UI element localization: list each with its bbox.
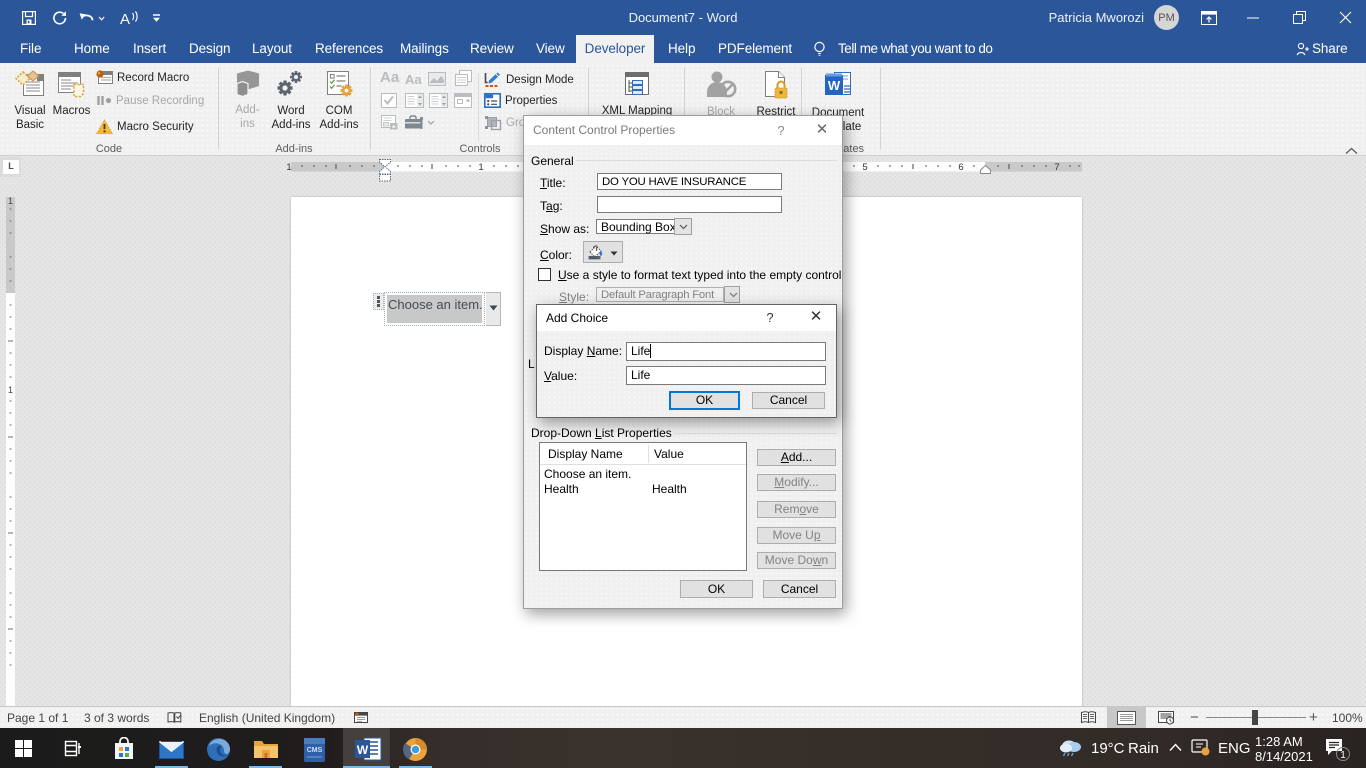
svg-text:W: W [828,78,841,93]
svg-text:W: W [357,743,369,757]
svg-text:1: 1 [8,197,13,206]
svg-text:5: 5 [862,162,867,173]
svg-text:1: 1 [478,162,483,173]
svg-text:6: 6 [958,162,963,173]
svg-text:CMS: CMS [307,747,323,754]
svg-text:1: 1 [286,162,291,173]
svg-text:1: 1 [8,385,13,395]
svg-text:7: 7 [1054,162,1059,173]
svg-text:1: 1 [1340,750,1346,761]
